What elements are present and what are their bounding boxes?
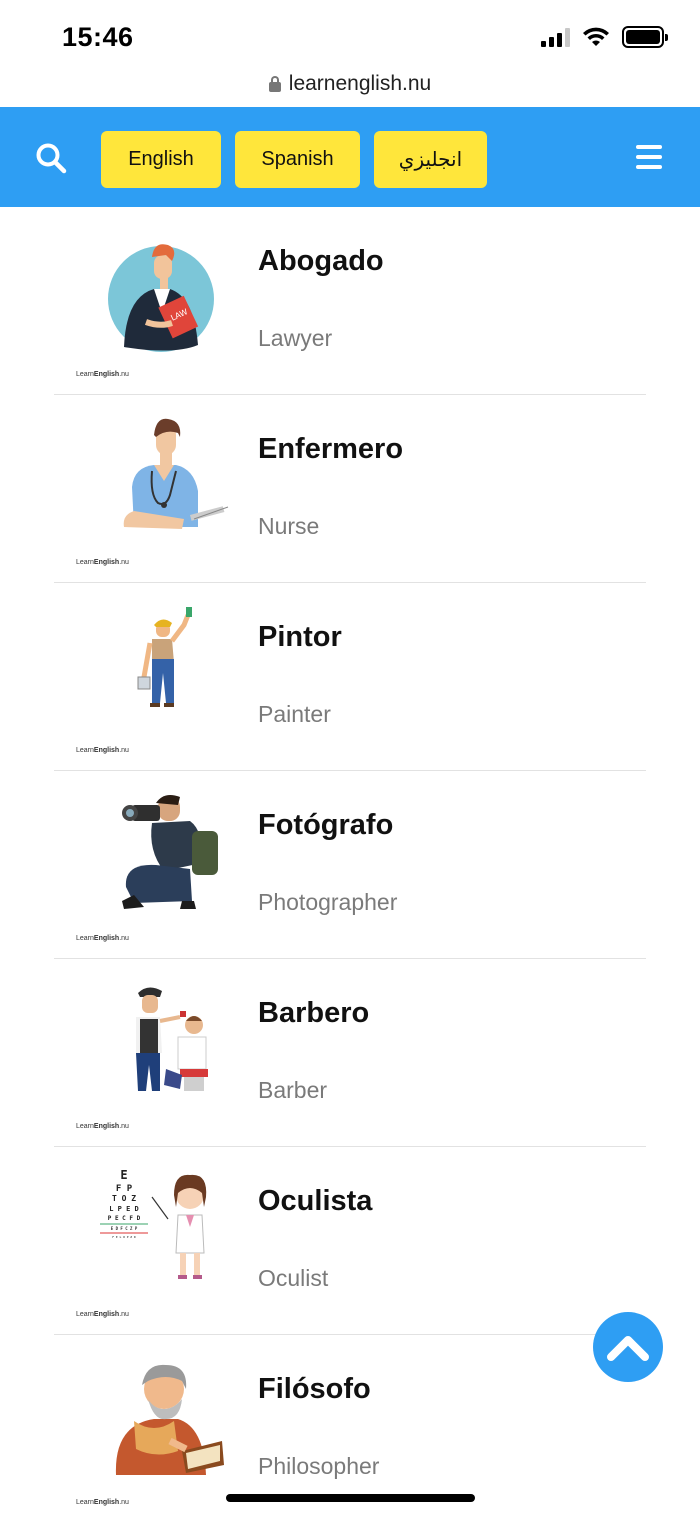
list-item[interactable]: LearnEnglish.nu Barbero Barber xyxy=(54,959,646,1147)
site-header: English Spanish انجليزي xyxy=(0,107,700,207)
item-subtitle: Oculist xyxy=(258,1265,329,1291)
photographer-illustration xyxy=(122,795,218,909)
search-icon[interactable] xyxy=(34,141,68,175)
item-title: Barbero xyxy=(258,997,370,1029)
wifi-icon xyxy=(583,27,609,46)
address-bar[interactable]: learnenglish.nu xyxy=(0,62,700,106)
item-subtitle: Nurse xyxy=(258,513,320,539)
oculist-illustration: E F P T O Z L P E D P E C F D E D F C Z … xyxy=(100,1168,207,1279)
eye-chart-row: P E C F D xyxy=(108,1215,141,1222)
profession-list: LAW LearnEnglish.nu Abogado Lawyer Learn… xyxy=(54,207,646,1516)
eye-chart-row: F P xyxy=(116,1184,133,1194)
item-subtitle: Painter xyxy=(258,701,331,727)
list-item[interactable]: LearnEnglish.nu Fotógrafo Photographer xyxy=(54,771,646,959)
cellular-signal-icon xyxy=(541,27,570,47)
item-subtitle: Lawyer xyxy=(258,325,333,351)
watermark: LearnEnglish.nu xyxy=(76,559,129,566)
item-title: Enfermero xyxy=(258,433,404,465)
eye-chart-row: F E L O P Z D xyxy=(112,1235,136,1239)
list-item[interactable]: LearnEnglish.nu Pintor Painter xyxy=(54,583,646,771)
painter-illustration xyxy=(137,607,192,707)
watermark: LearnEnglish.nu xyxy=(76,371,129,378)
status-icons xyxy=(541,26,668,48)
scroll-to-top-button[interactable] xyxy=(593,1312,663,1382)
watermark: LearnEnglish.nu xyxy=(76,1311,129,1318)
item-title: Fotógrafo xyxy=(258,809,394,841)
url-text: learnenglish.nu xyxy=(288,72,432,95)
philosopher-illustration xyxy=(115,1364,224,1475)
nurse-illustration xyxy=(123,418,229,529)
item-title: Abogado xyxy=(258,245,384,277)
watermark: LearnEnglish.nu xyxy=(76,935,129,942)
watermark: LearnEnglish.nu xyxy=(76,1123,129,1130)
list-item[interactable]: LAW LearnEnglish.nu Abogado Lawyer xyxy=(54,207,646,395)
chevron-up-icon xyxy=(607,1336,649,1361)
battery-icon xyxy=(622,26,668,48)
list-item[interactable]: LearnEnglish.nu Enfermero Nurse xyxy=(54,395,646,583)
home-indicator[interactable] xyxy=(226,1494,475,1502)
list-item[interactable]: E F P T O Z L P E D P E C F D E D F C Z … xyxy=(54,1147,646,1335)
hamburger-menu-icon[interactable] xyxy=(636,145,662,169)
eye-chart-row: E xyxy=(120,1168,127,1182)
arabic-button[interactable]: انجليزي xyxy=(374,131,487,188)
barber-illustration xyxy=(136,987,208,1091)
spanish-button[interactable]: Spanish xyxy=(235,131,360,188)
lock-icon xyxy=(268,76,281,92)
item-title: Filósofo xyxy=(258,1373,371,1405)
english-button[interactable]: English xyxy=(101,131,221,188)
status-time: 15:46 xyxy=(62,22,134,52)
status-bar: 15:46 xyxy=(0,0,700,62)
lawyer-illustration: LAW xyxy=(108,244,214,352)
item-subtitle: Barber xyxy=(258,1077,328,1103)
item-title: Pintor xyxy=(258,621,342,653)
watermark: LearnEnglish.nu xyxy=(76,747,129,754)
item-title: Oculista xyxy=(258,1185,373,1217)
list-item[interactable]: LearnEnglish.nu Filósofo Philosopher xyxy=(54,1335,646,1516)
item-subtitle: Philosopher xyxy=(258,1453,380,1479)
eye-chart-row: T O Z xyxy=(112,1194,136,1203)
eye-chart-row: L P E D xyxy=(109,1205,139,1213)
watermark: LearnEnglish.nu xyxy=(76,1499,129,1506)
item-subtitle: Photographer xyxy=(258,889,398,915)
eye-chart-row: E D F C Z P xyxy=(111,1226,138,1231)
